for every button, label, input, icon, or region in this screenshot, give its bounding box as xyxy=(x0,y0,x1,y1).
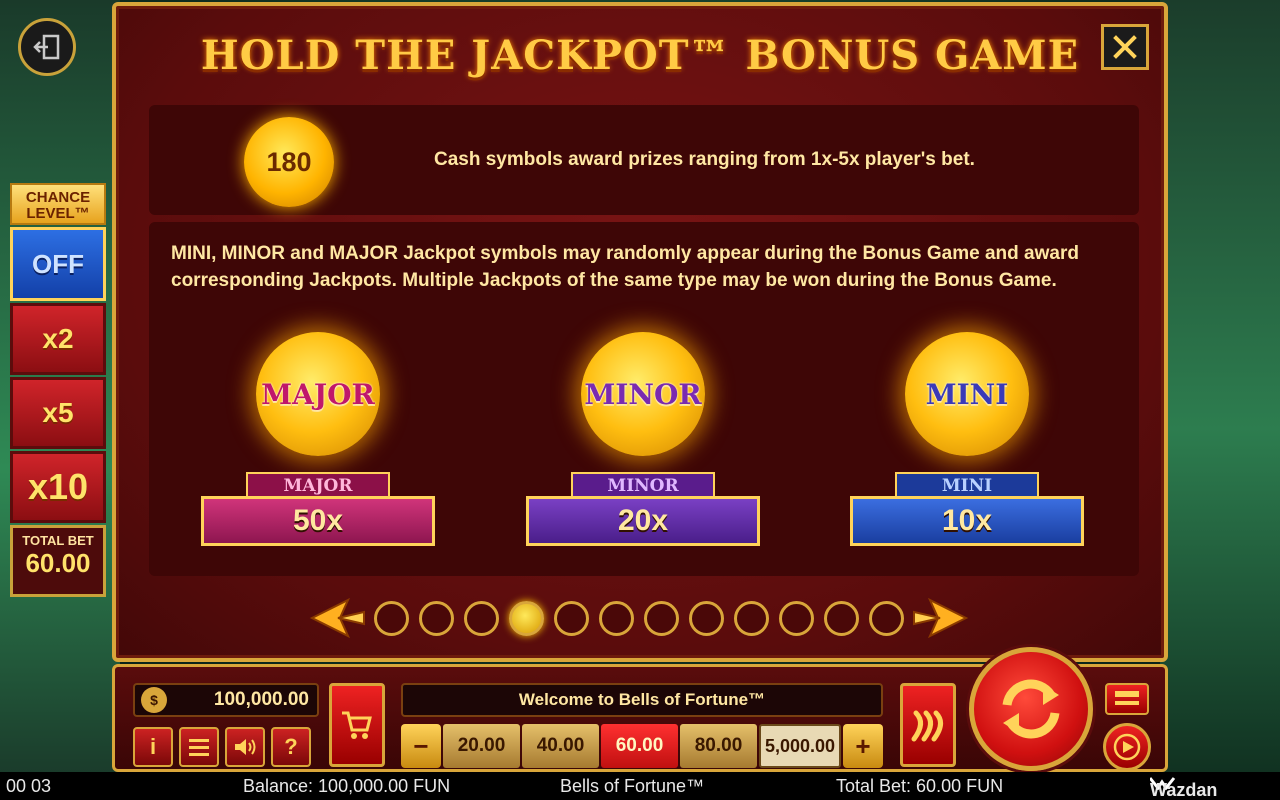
chance-off-button[interactable]: OFF xyxy=(10,227,106,301)
page-dot[interactable] xyxy=(644,600,679,636)
cash-coin-icon: 180 xyxy=(244,117,334,207)
major-coin-icon: MAJOR xyxy=(256,332,380,456)
chance-level-panel: CHANCE LEVEL™ OFF x2 x5 x10 TOTAL BET 60… xyxy=(10,183,106,597)
mini-coin-icon: MINI xyxy=(905,332,1029,456)
bet-decrease-button[interactable]: − xyxy=(401,724,441,768)
buy-feature-button[interactable] xyxy=(329,683,385,767)
exit-button[interactable] xyxy=(18,18,76,76)
page-dot[interactable] xyxy=(554,600,589,636)
info-button[interactable]: i xyxy=(133,727,173,767)
page-dot[interactable] xyxy=(464,600,499,636)
balance-display: $ 100,000.00 xyxy=(133,683,319,717)
utility-buttons: i ? xyxy=(133,727,311,767)
page-dot[interactable] xyxy=(734,600,769,636)
major-value: 50x xyxy=(201,496,435,546)
custom-bet-input[interactable]: 5,000.00 xyxy=(759,724,841,768)
menu-button[interactable] xyxy=(179,727,219,767)
bet-increase-button[interactable]: + xyxy=(843,724,883,768)
next-page-arrow-icon[interactable] xyxy=(910,598,970,638)
spin-button[interactable] xyxy=(969,647,1093,771)
bet-option-selected[interactable]: 60.00 xyxy=(601,724,678,768)
mini-value: 10x xyxy=(850,496,1084,546)
total-bet-value: 60.00 xyxy=(25,548,91,578)
pagination xyxy=(308,596,978,640)
bet-option[interactable]: 20.00 xyxy=(443,724,520,768)
settings-button[interactable] xyxy=(1105,683,1149,715)
jackpot-box: MINI, MINOR and MAJOR Jackpot symbols ma… xyxy=(149,222,1139,576)
control-bar: $ 100,000.00 i ? Welcome to Bells of For… xyxy=(112,647,1168,772)
speaker-icon xyxy=(235,739,256,755)
status-game-title: Bells of Fortune™ xyxy=(560,776,705,796)
page-dot[interactable] xyxy=(599,600,634,636)
jackpot-mini: MINI MINI 10x xyxy=(850,332,1084,554)
exit-icon xyxy=(33,34,60,60)
money-bag-icon: $ xyxy=(141,687,167,713)
panel-title: HOLD THE JACKPOT™ BONUS GAME xyxy=(200,32,1080,79)
page-dot[interactable] xyxy=(374,600,409,636)
page-dot[interactable] xyxy=(419,600,454,636)
brand-name: Wazdan xyxy=(1150,780,1218,800)
chance-title-line1: CHANCE xyxy=(25,189,91,206)
help-icon: ? xyxy=(284,734,298,759)
status-bar: 00 03 Balance: 100,000.00 FUN Bells of F… xyxy=(0,772,1280,800)
info-icon: i xyxy=(149,734,157,759)
chance-x2-button[interactable]: x2 xyxy=(10,303,106,375)
jackpot-major: MAJOR MAJOR 50x xyxy=(201,332,435,554)
page-dot[interactable] xyxy=(689,600,724,636)
session-time: 00 03 xyxy=(6,776,52,796)
turbo-button[interactable] xyxy=(900,683,956,767)
sound-button[interactable] xyxy=(225,727,265,767)
bet-option[interactable]: 40.00 xyxy=(522,724,599,768)
help-button[interactable]: ? xyxy=(271,727,311,767)
pagination-dots xyxy=(374,600,904,636)
page-dot[interactable] xyxy=(869,600,904,636)
menu-icon xyxy=(189,739,209,756)
chance-x5-button[interactable]: x5 xyxy=(10,377,106,449)
spin-arrows-icon xyxy=(1002,679,1060,739)
jackpot-minor: MINOR MINOR 20x xyxy=(526,332,760,554)
chance-level-title: CHANCE LEVEL™ xyxy=(10,183,106,225)
chili-peppers-icon xyxy=(911,710,943,742)
total-bet-label: TOTAL BET xyxy=(22,533,94,548)
minor-coin-icon: MINOR xyxy=(581,332,705,456)
status-balance: Balance: 100,000.00 FUN xyxy=(243,776,451,796)
brand-logo: Wazdan xyxy=(1150,776,1217,800)
cart-icon xyxy=(342,711,372,739)
play-icon xyxy=(1113,733,1141,761)
status-total-bet: Total Bet: 60.00 FUN xyxy=(836,776,1004,796)
minor-value: 20x xyxy=(526,496,760,546)
page-dot[interactable] xyxy=(779,600,814,636)
bet-option[interactable]: 80.00 xyxy=(680,724,757,768)
background-right xyxy=(1160,0,1280,780)
balance-value: 100,000.00 xyxy=(213,689,309,710)
message-bar: Welcome to Bells of Fortune™ xyxy=(401,683,883,717)
close-button[interactable] xyxy=(1101,24,1149,70)
chance-x10-button[interactable]: x10 xyxy=(10,451,106,523)
prev-page-arrow-icon[interactable] xyxy=(308,598,368,638)
bet-selector: − 20.00 40.00 60.00 80.00 5,000.00 + xyxy=(401,724,883,768)
close-icon xyxy=(1113,35,1137,59)
chance-title-line2: LEVEL™ xyxy=(26,205,90,222)
cash-symbol-text: Cash symbols award prizes ranging from 1… xyxy=(434,149,975,170)
bet-panel-icon xyxy=(1115,691,1139,705)
cash-symbol-box: 180 Cash symbols award prizes ranging fr… xyxy=(149,105,1139,215)
page-dot[interactable] xyxy=(824,600,859,636)
jackpot-description: MINI, MINOR and MAJOR Jackpot symbols ma… xyxy=(171,243,1079,291)
paytable-panel: HOLD THE JACKPOT™ BONUS GAME 180 Cash sy… xyxy=(112,2,1168,662)
page-dot-active[interactable] xyxy=(509,600,544,636)
total-bet-box: TOTAL BET 60.00 xyxy=(10,525,106,597)
autoplay-button[interactable] xyxy=(1103,723,1151,771)
